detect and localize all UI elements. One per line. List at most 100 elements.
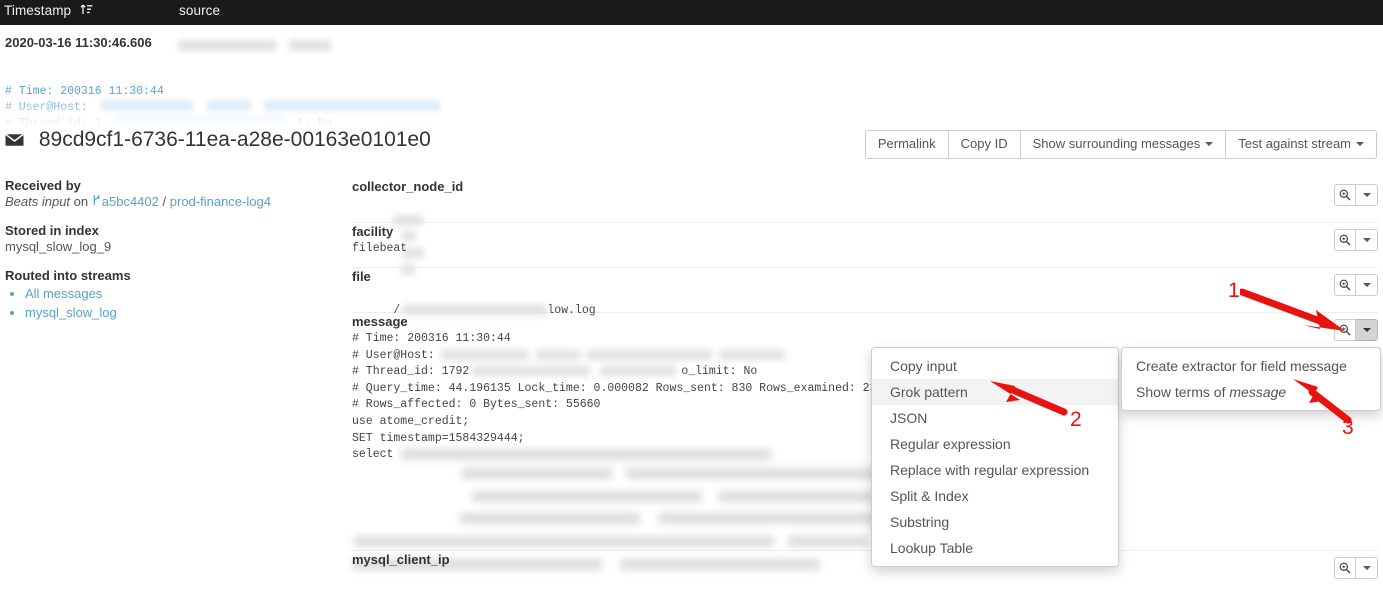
node-icon	[92, 194, 101, 209]
magnifier-search-icon[interactable]	[1334, 319, 1356, 341]
stream-link-all-messages[interactable]: All messages	[25, 286, 102, 301]
menu-item-lookup-table[interactable]: Lookup Table	[872, 535, 1118, 561]
chevron-down-icon	[1362, 193, 1371, 197]
field-file: file / low.log	[352, 268, 1378, 317]
field-dropdown-menu: Create extractor for field message Show …	[1121, 347, 1381, 411]
menu-item-create-extractor[interactable]: Create extractor for field message	[1122, 353, 1380, 379]
message-line-2-label: # User@Host:	[352, 348, 435, 362]
transform-dropdown-menu: Copy input Grok pattern JSON Regular exp…	[871, 347, 1119, 567]
message-title-row: 89cd9cf1-6736-11ea-a28e-00163e0101e0 Per…	[0, 128, 1383, 162]
chevron-down-icon	[1356, 142, 1364, 146]
column-header-timestamp-label: Timestamp	[4, 3, 72, 18]
message-line-3-label: # Thread_id: 1792	[352, 365, 470, 379]
message-actions-toolbar: Permalink Copy ID Show surrounding messa…	[864, 130, 1377, 160]
message-preview-row: 2020-03-16 11:30:46.606 # Time: 200316 1…	[0, 25, 1383, 125]
field-actions	[1334, 274, 1378, 296]
magnifier-search-icon[interactable]	[1334, 229, 1356, 251]
received-by-value: Beats input on a5bc4402 / prod-finance-l…	[5, 194, 335, 209]
field-actions	[1334, 557, 1378, 579]
field-menu-toggle[interactable]	[1356, 229, 1378, 251]
menu-item-split-and-index[interactable]: Split & Index	[872, 483, 1118, 509]
menu-item-replace-with-regular-expression[interactable]: Replace with regular expression	[872, 457, 1118, 483]
chevron-down-icon	[1362, 238, 1371, 242]
field-name: message	[352, 314, 408, 329]
test-against-stream-button[interactable]: Test against stream	[1225, 130, 1377, 160]
routed-streams-list: All messages mysql_slow_log	[5, 286, 335, 320]
chevron-down-icon	[1362, 566, 1371, 570]
message-line-3-tail: o_limit: No	[681, 365, 758, 379]
field-value: filebeat	[352, 242, 408, 255]
column-header-timestamp[interactable]: Timestamp	[4, 3, 93, 19]
permalink-button[interactable]: Permalink	[864, 130, 949, 160]
field-menu-toggle[interactable]	[1356, 274, 1378, 296]
message-redacted-block-4	[352, 535, 1378, 552]
preview-timestamp: 2020-03-16 11:30:46.606	[5, 35, 152, 50]
menu-item-regular-expression[interactable]: Regular expression	[872, 431, 1118, 457]
received-by-label: Received by	[5, 178, 81, 193]
copy-id-button[interactable]: Copy ID	[947, 130, 1021, 160]
preview-line-2: # User@Host:	[5, 101, 440, 114]
routed-into-streams-label: Routed into streams	[5, 268, 131, 283]
results-table-header: Timestamp source	[0, 0, 1383, 25]
magnifier-search-icon[interactable]	[1334, 184, 1356, 206]
menu-item-copy-input[interactable]: Copy input	[872, 353, 1118, 379]
message-metadata-panel: Received by Beats input on a5bc4402 / pr…	[5, 178, 335, 324]
preview-line-3: # Thread_id: 1 t: No	[5, 117, 332, 125]
envelope-icon	[5, 129, 24, 153]
received-by-separator: /	[162, 194, 167, 209]
message-line-1: # Time: 200316 11:30:44	[352, 332, 511, 345]
message-line-7: SET timestamp=1584329444;	[352, 431, 525, 445]
menu-item-grok-pattern[interactable]: Grok pattern	[872, 379, 1118, 405]
preview-line-3-label: # Thread_id: 1	[5, 117, 102, 125]
column-header-source-label: source	[179, 3, 221, 18]
field-name: file	[352, 269, 371, 284]
stream-link-mysql-slow-log[interactable]: mysql_slow_log	[25, 305, 117, 320]
received-by-input: Beats input	[5, 194, 71, 209]
annotation-number-2: 2	[1070, 408, 1082, 431]
magnifier-search-icon[interactable]	[1334, 557, 1356, 579]
test-against-stream-label: Test against stream	[1238, 136, 1351, 151]
field-menu-toggle[interactable]	[1356, 557, 1378, 579]
preview-line-3-tail: t: No	[297, 117, 332, 125]
message-line-8: select	[352, 447, 1378, 464]
field-menu-toggle-message[interactable]	[1356, 319, 1378, 341]
chevron-down-icon	[1362, 283, 1371, 287]
field-name: collector_node_id	[352, 179, 464, 194]
message-redacted-block-1	[352, 467, 1378, 484]
message-line-8-label: select	[352, 448, 394, 462]
field-menu-toggle[interactable]	[1356, 184, 1378, 206]
message-line-6: use atome_credit;	[352, 414, 470, 428]
field-facility: facility filebeat	[352, 223, 1378, 268]
annotation-number-3: 3	[1342, 416, 1354, 439]
received-by-node-id-link[interactable]: a5bc4402	[102, 194, 159, 209]
field-actions	[1334, 229, 1378, 251]
show-surrounding-messages-label: Show surrounding messages	[1032, 136, 1201, 151]
preview-source-redacted	[178, 37, 331, 52]
annotation-number-1: 1	[1228, 279, 1240, 302]
message-redacted-block-2	[352, 489, 1378, 506]
field-actions	[1334, 184, 1378, 206]
column-header-source[interactable]: source	[179, 3, 220, 18]
message-redacted-block-3	[352, 512, 1378, 529]
field-name: facility	[352, 224, 394, 239]
preview-line-2-label: # User@Host:	[5, 101, 88, 114]
show-surrounding-messages-button[interactable]: Show surrounding messages	[1019, 130, 1227, 160]
stored-in-index-label: Stored in index	[5, 223, 99, 238]
list-item: All messages	[25, 286, 335, 301]
list-item: mysql_slow_log	[25, 305, 335, 320]
received-by-node-name-link[interactable]: prod-finance-log4	[170, 194, 271, 209]
received-by-on: on	[73, 194, 89, 209]
menu-item-substring[interactable]: Substring	[872, 509, 1118, 535]
menu-item-show-terms-field: message	[1229, 384, 1287, 400]
field-mysql-client-ip: mysql_client_ip	[352, 551, 1378, 591]
field-collector-node-id: collector_node_id	[352, 178, 1378, 275]
chevron-down-icon	[1205, 142, 1214, 146]
magnifier-search-icon[interactable]	[1334, 274, 1356, 296]
menu-item-show-terms-prefix: Show terms of	[1136, 384, 1226, 400]
field-actions-message	[1334, 319, 1378, 341]
sort-descending-icon[interactable]	[80, 4, 93, 19]
page-title-text: 89cd9cf1-6736-11ea-a28e-00163e0101e0	[38, 128, 431, 151]
page-title: 89cd9cf1-6736-11ea-a28e-00163e0101e0	[5, 128, 431, 153]
field-name: mysql_client_ip	[352, 552, 450, 567]
menu-item-show-terms[interactable]: Show terms of message	[1122, 379, 1380, 405]
